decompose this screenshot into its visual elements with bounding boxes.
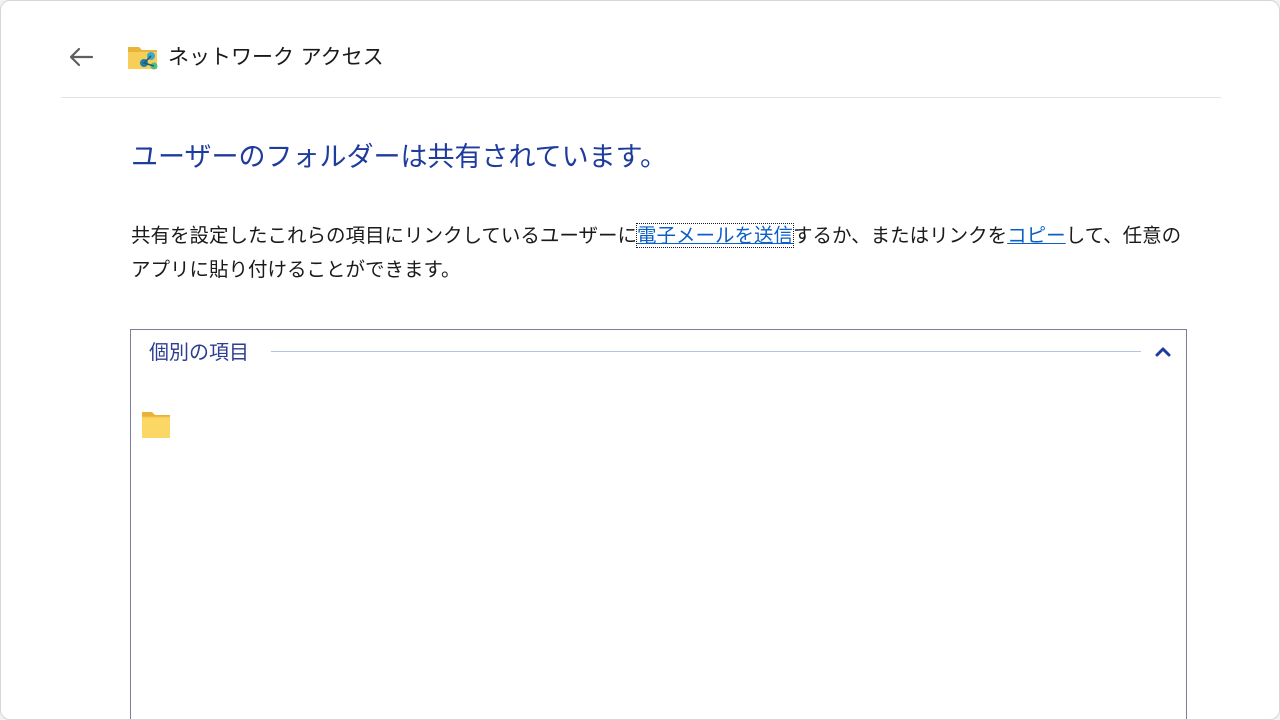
description-text-2: するか、またはリンクを — [793, 224, 1008, 247]
individual-items-group: 個別の項目 — [130, 329, 1187, 719]
back-arrow-icon — [69, 47, 94, 67]
chevron-up-icon — [1155, 347, 1171, 357]
description-text-1: 共有を設定したこれらの項目にリンクしているユーザーに — [131, 224, 638, 247]
window-title: ネットワーク アクセス — [168, 45, 384, 69]
copy-link[interactable]: コピー — [1007, 224, 1066, 247]
network-folder-icon — [128, 47, 158, 70]
collapse-button[interactable] — [1151, 340, 1175, 364]
network-access-window: ネットワーク アクセス ユーザーのフォルダーは共有されています。 共有を設定した… — [0, 0, 1280, 720]
header-divider — [61, 97, 1221, 98]
page-heading: ユーザーのフォルダーは共有されています。 — [131, 142, 667, 173]
group-title-line — [271, 351, 1141, 352]
header: ネットワーク アクセス — [1, 1, 1279, 97]
back-button[interactable] — [63, 39, 99, 75]
group-title: 個別の項目 — [149, 340, 249, 364]
folder-icon[interactable] — [140, 408, 172, 440]
send-email-link[interactable]: 電子メールを送信 — [636, 223, 795, 248]
description: 共有を設定したこれらの項目にリンクしているユーザーに電子メールを送信するか、また… — [131, 219, 1191, 287]
